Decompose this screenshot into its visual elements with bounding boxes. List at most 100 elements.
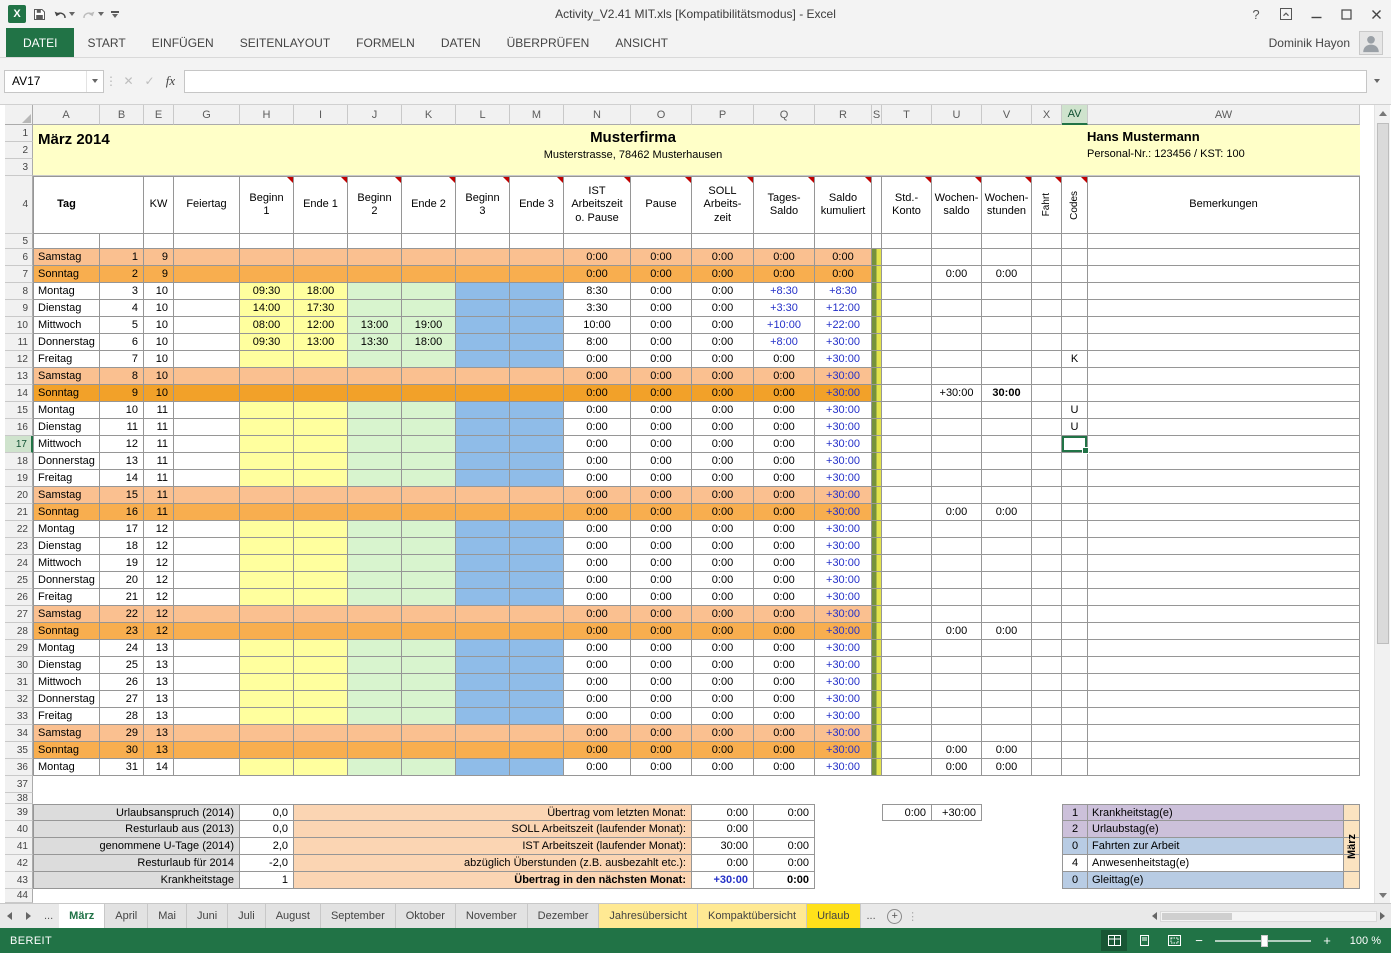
- cell-wochen-stunden[interactable]: [982, 691, 1032, 708]
- cell-std-konto[interactable]: [882, 674, 932, 691]
- cell-tages-saldo[interactable]: 0:00: [754, 419, 815, 436]
- cell-ende-1[interactable]: 13:00: [294, 334, 348, 351]
- cell-wochen-saldo[interactable]: +30:00: [932, 385, 982, 402]
- cell-ende-2[interactable]: [402, 385, 456, 402]
- cell-day-number[interactable]: 9: [100, 385, 144, 402]
- column-header-Q[interactable]: Q: [754, 105, 815, 125]
- cell-std-konto[interactable]: [882, 623, 932, 640]
- ribbon-tab-überprüfen[interactable]: ÜBERPRÜFEN: [494, 28, 603, 57]
- cell-beginn-2[interactable]: [348, 742, 402, 759]
- cell-marker[interactable]: [872, 623, 882, 640]
- cell-kw[interactable]: 11: [144, 419, 174, 436]
- cell-std-konto[interactable]: [882, 657, 932, 674]
- minimize-button[interactable]: [1301, 0, 1331, 28]
- cell-ist-arbeitszeit[interactable]: 0:00: [564, 708, 631, 725]
- cell-beginn-3[interactable]: [456, 657, 510, 674]
- cell-tages-saldo[interactable]: 0:00: [754, 691, 815, 708]
- cell-beginn-3[interactable]: [456, 470, 510, 487]
- cell-ist-arbeitszeit[interactable]: 0:00: [564, 657, 631, 674]
- vertical-scrollbar[interactable]: [1374, 105, 1390, 903]
- row-header-38[interactable]: 38: [5, 793, 33, 804]
- cell-day-number[interactable]: 8: [100, 368, 144, 385]
- column-header-AV[interactable]: AV: [1062, 105, 1088, 125]
- cell-ende-1[interactable]: [294, 657, 348, 674]
- cell-day-name[interactable]: Samstag: [33, 249, 100, 266]
- header-wochen-saldo[interactable]: Wochen- saldo: [932, 176, 982, 234]
- cell-day-number[interactable]: 13: [100, 453, 144, 470]
- summary-value[interactable]: 0,0: [240, 821, 294, 838]
- cell-day-number[interactable]: 24: [100, 640, 144, 657]
- cell-beginn-2[interactable]: [348, 368, 402, 385]
- cell-ende-1[interactable]: [294, 385, 348, 402]
- cell-fahrt[interactable]: [1032, 470, 1062, 487]
- cell-fahrt[interactable]: [1032, 402, 1062, 419]
- cell-pause[interactable]: 0:00: [631, 742, 692, 759]
- row-header-5[interactable]: 5: [5, 234, 33, 249]
- cell-ende-2[interactable]: [402, 453, 456, 470]
- cell-tages-saldo[interactable]: +3:30: [754, 300, 815, 317]
- cell-wochen-saldo[interactable]: [932, 657, 982, 674]
- cell-marker[interactable]: [872, 300, 882, 317]
- cell-ende-2[interactable]: [402, 640, 456, 657]
- cell-ist-arbeitszeit[interactable]: 10:00: [564, 317, 631, 334]
- cell-wochen-saldo[interactable]: [932, 691, 982, 708]
- cell-pause[interactable]: 0:00: [631, 334, 692, 351]
- cell-day-number[interactable]: 14: [100, 470, 144, 487]
- cell-wochen-saldo[interactable]: [932, 317, 982, 334]
- row-header-9[interactable]: 9: [5, 300, 33, 317]
- selected-cell-av17[interactable]: [1062, 436, 1088, 453]
- cell-ende-3[interactable]: [510, 419, 564, 436]
- cell-day-name[interactable]: Sonntag: [33, 504, 100, 521]
- cell-soll-arbeitszeit[interactable]: 0:00: [692, 317, 754, 334]
- cell-feiertag[interactable]: [174, 487, 240, 504]
- header-bemerkungen[interactable]: Bemerkungen: [1088, 176, 1360, 234]
- cell-bemerkungen[interactable]: [1088, 708, 1360, 725]
- cell-ende-2[interactable]: [402, 708, 456, 725]
- cell-pause[interactable]: 0:00: [631, 725, 692, 742]
- cell-beginn-3[interactable]: [456, 691, 510, 708]
- cell-bemerkungen[interactable]: [1088, 419, 1360, 436]
- cell-soll-arbeitszeit[interactable]: 0:00: [692, 606, 754, 623]
- cell-pause[interactable]: 0:00: [631, 249, 692, 266]
- cell-pause[interactable]: 0:00: [631, 759, 692, 776]
- cell-feiertag[interactable]: [174, 538, 240, 555]
- cell-day-number[interactable]: 3: [100, 283, 144, 300]
- cell-tages-saldo[interactable]: 0:00: [754, 470, 815, 487]
- cell-soll-arbeitszeit[interactable]: 0:00: [692, 691, 754, 708]
- cell-beginn-3[interactable]: [456, 674, 510, 691]
- cell-beginn-2[interactable]: [348, 436, 402, 453]
- cell-fahrt[interactable]: [1032, 725, 1062, 742]
- empty-cell[interactable]: [815, 234, 872, 249]
- cell-fahrt[interactable]: [1032, 538, 1062, 555]
- cell-ist-arbeitszeit[interactable]: 8:30: [564, 283, 631, 300]
- cell-codes[interactable]: [1062, 317, 1088, 334]
- cell-beginn-1[interactable]: [240, 725, 294, 742]
- sheet-tab-dezember[interactable]: Dezember: [528, 904, 600, 928]
- cell-wochen-stunden[interactable]: [982, 470, 1032, 487]
- empty-cell[interactable]: [872, 234, 882, 249]
- cell-ende-2[interactable]: [402, 470, 456, 487]
- cell-soll-arbeitszeit[interactable]: 0:00: [692, 368, 754, 385]
- cell-std-konto[interactable]: [882, 640, 932, 657]
- cell-beginn-3[interactable]: [456, 351, 510, 368]
- cell-beginn-2[interactable]: [348, 351, 402, 368]
- cell-beginn-1[interactable]: [240, 351, 294, 368]
- redo-dropdown-icon[interactable]: [98, 12, 104, 16]
- cell-day-number[interactable]: 29: [100, 725, 144, 742]
- cell-feiertag[interactable]: [174, 419, 240, 436]
- cell-codes[interactable]: U: [1062, 419, 1088, 436]
- row-header-4[interactable]: 4: [5, 176, 33, 234]
- cell-feiertag[interactable]: [174, 674, 240, 691]
- zoom-slider-thumb[interactable]: [1261, 935, 1268, 947]
- cell-kw[interactable]: 13: [144, 742, 174, 759]
- cell-ende-1[interactable]: [294, 640, 348, 657]
- cell-ist-arbeitszeit[interactable]: 0:00: [564, 368, 631, 385]
- cell-ist-arbeitszeit[interactable]: 0:00: [564, 691, 631, 708]
- cell-tages-saldo[interactable]: 0:00: [754, 725, 815, 742]
- row-header-36[interactable]: 36: [5, 759, 33, 776]
- cell-ende-3[interactable]: [510, 453, 564, 470]
- cell-fahrt[interactable]: [1032, 385, 1062, 402]
- name-box-dropdown[interactable]: [86, 71, 103, 92]
- cell-saldo-kumuliert[interactable]: +30:00: [815, 453, 872, 470]
- row-header-2[interactable]: 2: [5, 142, 33, 159]
